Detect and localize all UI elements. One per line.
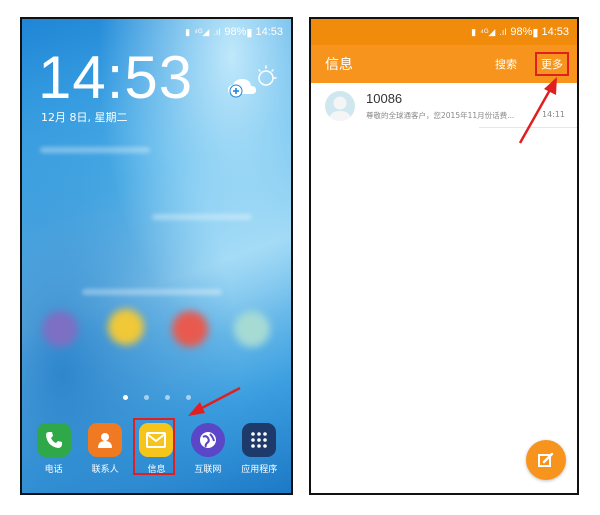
dock-label: 互联网 [194, 465, 222, 475]
notification-icon: ▮ [185, 26, 191, 37]
network-4g-icon: ⁴ᴳ◢ [194, 26, 210, 37]
blurred-app-icon [42, 311, 78, 347]
dock-item-phone[interactable]: 电话 [30, 423, 78, 475]
blurred-widget-row [152, 214, 252, 220]
blurred-widget-row [40, 147, 150, 153]
conversation-row[interactable]: 10086 尊敬的全球通客户，您2015年11月份话费... 14:11 [311, 89, 577, 129]
battery-percent: 98% [510, 26, 533, 38]
weather-icon[interactable] [222, 64, 278, 104]
contacts-icon [88, 423, 123, 457]
apps-grid-icon [242, 423, 277, 457]
page-dot[interactable] [122, 395, 128, 400]
notification-icon: ▮ [471, 26, 477, 37]
blurred-app-icon [108, 309, 144, 345]
blurred-widget-row [82, 289, 222, 295]
blurred-app-icon [234, 311, 270, 347]
signal-icon: .ıl [499, 27, 507, 37]
conversation-sender: 10086 [366, 91, 403, 106]
status-bar: ▮ ⁴ᴳ◢ .ıl 98% ▮ 14:53 [311, 19, 577, 45]
dock-item-contacts[interactable]: 联系人 [81, 423, 129, 475]
app-header: 信息 搜索 更多 [311, 45, 577, 83]
network-4g-icon: ⁴ᴳ◢ [480, 26, 496, 37]
battery-icon: ▮ [246, 26, 253, 39]
messages-screen: ▮ ⁴ᴳ◢ .ıl 98% ▮ 14:53 信息 搜索 更多 10086 尊敬的… [309, 17, 579, 495]
page-indicator [22, 395, 291, 400]
battery-icon: ▮ [532, 26, 539, 39]
more-button[interactable]: 更多 [535, 52, 569, 76]
signal-icon: .ıl [213, 27, 221, 37]
status-time: 14:53 [541, 26, 569, 38]
blurred-app-icon [172, 311, 208, 347]
internet-icon [190, 423, 225, 457]
battery-percent: 98% [224, 26, 247, 38]
messages-highlight-box [133, 418, 175, 475]
page-dot[interactable] [143, 395, 149, 400]
status-bar: ▮ ⁴ᴳ◢ .ıl 98% ▮ 14:53 [22, 19, 291, 45]
conversation-preview: 尊敬的全球通客户，您2015年11月份话费... [366, 111, 515, 120]
dock-label: 联系人 [91, 465, 119, 475]
status-time: 14:53 [255, 26, 283, 38]
dock-label: 电话 [44, 465, 63, 475]
lock-clock: 14:53 [38, 44, 194, 111]
page-dot[interactable] [185, 395, 191, 400]
compose-button[interactable] [526, 440, 566, 480]
avatar [325, 91, 355, 121]
phone-icon [36, 423, 71, 457]
conversation-time: 14:11 [541, 110, 565, 119]
dock-item-apps[interactable]: 应用程序 [235, 423, 283, 475]
dock-label: 应用程序 [241, 465, 278, 475]
page-title: 信息 [325, 57, 353, 73]
dock-item-internet[interactable]: 互联网 [184, 423, 232, 475]
search-button[interactable]: 搜索 [495, 56, 517, 72]
page-dot[interactable] [164, 395, 170, 400]
divider [479, 127, 577, 128]
lock-date: 12月 8日, 星期二 [41, 111, 128, 124]
compose-icon [538, 452, 554, 467]
